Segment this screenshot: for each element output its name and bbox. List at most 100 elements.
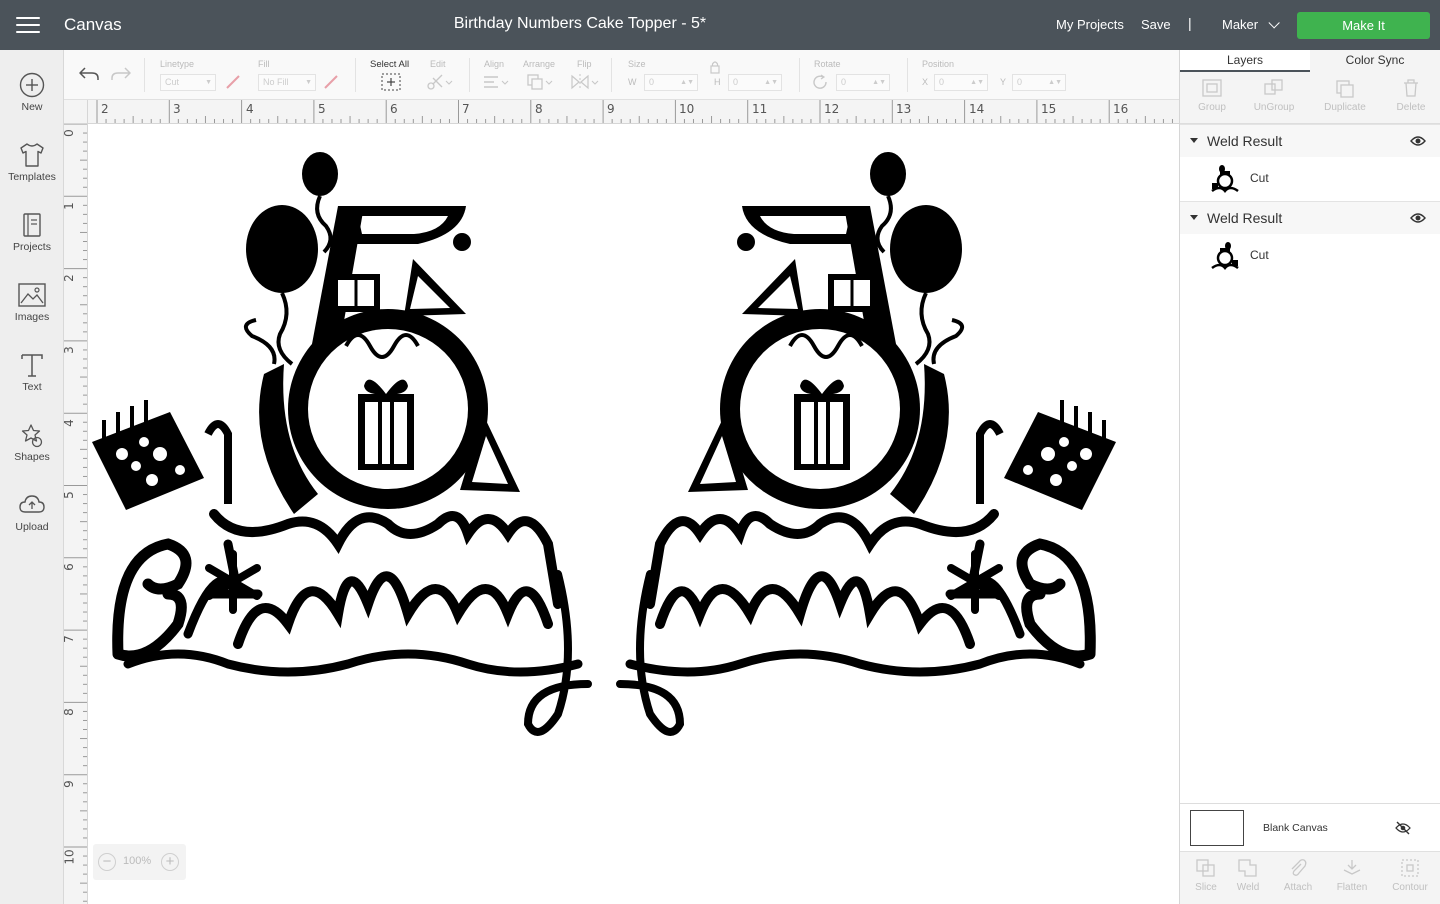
attach-button[interactable]: Attach [1272,852,1324,893]
topbar-separator: | [1188,15,1192,31]
group-label: Group [1198,102,1226,113]
duplicate-button[interactable]: Duplicate [1313,72,1377,113]
linetype-select[interactable]: Cut ▼ [160,74,216,91]
layer-group-row[interactable]: Weld Result [1180,201,1440,234]
select-all-label: Select All [370,59,410,70]
flip-icon[interactable] [570,73,600,91]
delete-button[interactable]: Delete [1379,72,1440,113]
eye-icon[interactable] [1410,135,1426,147]
sidebar-item-shapes[interactable]: Shapes [0,414,64,476]
ruler-number: 14 [969,102,985,116]
layer-group-row[interactable]: Weld Result [1180,124,1440,157]
image-icon [18,283,46,307]
layer-thumbnail [1211,165,1239,193]
canvas-color-swatch[interactable] [1190,810,1244,846]
x-position-input[interactable]: 0 ▲▼ [934,74,988,91]
ruler-number: 6 [64,563,76,571]
eye-slash-icon[interactable] [1395,821,1411,835]
edit-scissors-icon[interactable] [426,72,454,92]
x-value: 0 [939,77,945,87]
sidebar-item-label: Shapes [14,451,50,463]
sidebar-item-label: Text [22,381,42,393]
sidebar-item-images[interactable]: Images [0,274,64,336]
ruler-number: 10 [679,102,695,116]
ruler-number: 5 [318,102,326,116]
sidebar-item-label: Upload [15,521,49,533]
stepper-icon: ▲▼ [872,79,886,86]
zoom-out-button[interactable]: − [98,853,116,871]
layer-name: Cut [1250,171,1269,185]
save-button[interactable]: Save [1141,17,1171,32]
sidebar-item-templates[interactable]: Templates [0,134,64,196]
ruler-number: 7 [64,635,76,643]
height-input[interactable]: 0 ▲▼ [728,74,782,91]
tab-color-sync[interactable]: Color Sync [1310,50,1440,72]
sidebar-item-new[interactable]: New [0,64,64,126]
ruler-number: 15 [1041,102,1057,116]
duplicate-icon [1336,80,1354,98]
zoom-level: 100% [123,855,152,867]
cake-topper-design-left[interactable] [92,152,588,732]
left-sidebar: New Templates Projects Images Text Shape… [0,50,64,904]
stepper-icon: ▲▼ [764,79,778,86]
fill-select[interactable]: No Fill ▼ [258,74,316,91]
toolbar-divider [469,58,470,92]
flip-label: Flip [577,59,592,69]
undo-icon[interactable] [78,65,100,83]
zoom-in-button[interactable]: + [161,853,179,871]
edit-toolbar: Linetype Cut ▼ Fill No Fill ▼ Select All E… [64,50,1179,100]
collapse-triangle-icon[interactable] [1190,215,1198,220]
weld-button[interactable]: Weld [1222,852,1274,893]
layer-row[interactable]: Cut [1180,234,1440,278]
lock-icon[interactable] [709,60,721,74]
stepper-icon: ▲▼ [1048,79,1062,86]
horizontal-ruler: 2 3 4 5 6 7 8 9 10 11 12 13 14 15 16 [88,100,1179,124]
layer-row[interactable]: Cut [1180,157,1440,201]
cake-topper-design-right-mirrored[interactable] [620,152,1116,732]
layers-panel: Layers Color Sync Group UnGroup Duplicat… [1179,50,1440,904]
redo-icon[interactable] [110,65,132,83]
contour-icon [1401,859,1419,877]
linetype-color-swatch-icon[interactable] [224,73,242,91]
x-label: X [922,77,929,87]
ruler-corner [64,100,88,124]
width-label: W [628,77,637,87]
my-projects-link[interactable]: My Projects [1056,17,1124,32]
rotate-input[interactable]: 0 ▲▼ [836,74,890,91]
ruler-number: 8 [535,102,543,116]
fill-color-swatch-icon[interactable] [322,73,340,91]
eye-icon[interactable] [1410,212,1426,224]
size-label: Size [628,59,646,69]
edit-label: Edit [430,59,446,69]
ruler-number: 2 [101,102,109,116]
plus-circle-icon [19,72,45,98]
machine-selector[interactable]: Maker [1222,17,1280,32]
projects-book-icon [23,213,41,237]
sidebar-item-label: Templates [8,171,56,183]
tshirt-icon [20,143,44,167]
y-position-input[interactable]: 0 ▲▼ [1012,74,1066,91]
toolbar-divider [907,58,908,92]
make-it-button[interactable]: Make It [1297,12,1430,39]
sidebar-item-projects[interactable]: Projects [0,204,64,266]
group-button[interactable]: Group [1180,72,1244,113]
ruler-number: 13 [896,102,912,116]
ungroup-button[interactable]: UnGroup [1242,72,1306,113]
collapse-triangle-icon[interactable] [1190,138,1198,143]
sidebar-item-upload[interactable]: Upload [0,484,64,546]
cloud-upload-icon [19,495,45,513]
rotate-icon [813,74,827,89]
ruler-number: 16 [1113,102,1129,116]
arrange-icon[interactable] [526,73,554,91]
tab-layers[interactable]: Layers [1180,50,1310,72]
design-canvas[interactable]: − 100% + [88,124,1179,904]
sidebar-item-text[interactable]: Text [0,344,64,406]
width-input[interactable]: 0 ▲▼ [644,74,698,91]
select-all-icon[interactable] [380,72,402,92]
flatten-button[interactable]: Flatten [1326,852,1378,893]
align-icon[interactable] [482,74,510,90]
ungroup-label: UnGroup [1253,102,1295,113]
contour-button[interactable]: Contour [1384,852,1436,893]
ruler-number: 3 [173,102,181,116]
trash-icon [1404,79,1418,97]
